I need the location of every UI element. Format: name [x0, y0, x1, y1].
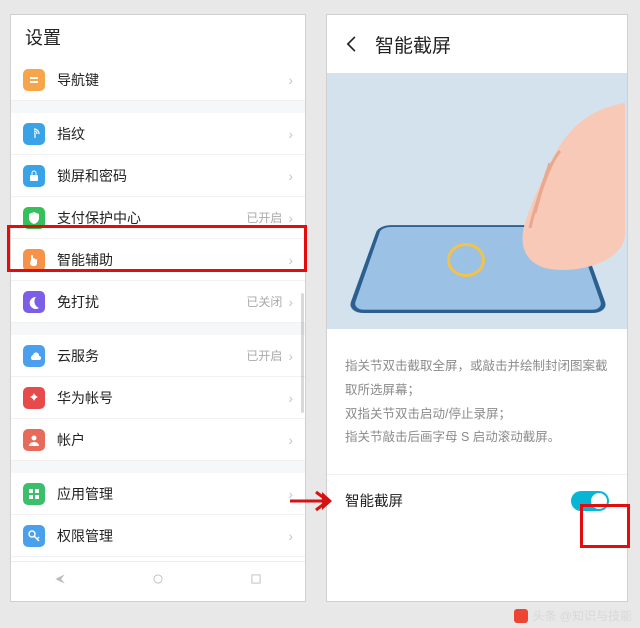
- row-label: 智能辅助: [57, 250, 288, 270]
- key-icon: [23, 525, 45, 547]
- settings-row-lock[interactable]: 锁屏和密码›: [11, 155, 305, 197]
- toutiao-logo-icon: [514, 609, 528, 623]
- row-label: 云服务: [57, 346, 246, 366]
- smart-screenshot-switch[interactable]: [571, 491, 609, 511]
- desc-line-2: 双指关节双击启动/停止录屏；: [345, 403, 609, 427]
- connector-arrow-icon: [288, 488, 334, 514]
- chevron-right-icon: ›: [288, 348, 293, 364]
- huawei-icon: [23, 387, 45, 409]
- settings-row-shield[interactable]: 支付保护中心已开启 ›: [11, 197, 305, 239]
- settings-list: 导航键›指纹›锁屏和密码›支付保护中心已开启›智能辅助›免打扰已关闭›云服务已开…: [11, 59, 305, 557]
- nav-back-icon[interactable]: [53, 572, 67, 591]
- chevron-right-icon: ›: [288, 252, 293, 268]
- android-navbar: [11, 561, 305, 601]
- apps-icon: [23, 483, 45, 505]
- row-label: 导航键: [57, 70, 288, 90]
- settings-row-cloud[interactable]: 云服务已开启 ›: [11, 335, 305, 377]
- row-label: 华为帐号: [57, 388, 288, 408]
- settings-row-moon[interactable]: 免打扰已关闭 ›: [11, 281, 305, 323]
- toggle-row: 智能截屏: [327, 474, 627, 526]
- section-divider: [11, 461, 305, 473]
- desc-line-1: 指关节双击截取全屏，或敲击并绘制封闭图案截取所选屏幕；: [345, 355, 609, 403]
- row-label: 权限管理: [57, 526, 288, 546]
- row-label: 帐户: [57, 430, 288, 450]
- chevron-right-icon: ›: [288, 168, 293, 184]
- page-title: 设置: [11, 15, 305, 59]
- desc-line-3: 指关节敲击后画字母 S 启动滚动截屏。: [345, 426, 609, 450]
- smart-screenshot-screen: 智能截屏 指关节双击截取全屏，或敲击并绘制封闭图案截取所选屏幕； 双指关节双击启…: [326, 14, 628, 602]
- settings-row-nav[interactable]: 导航键›: [11, 59, 305, 101]
- illustration: [327, 73, 627, 329]
- description-block: 指关节双击截取全屏，或敲击并绘制封闭图案截取所选屏幕； 双指关节双击启动/停止录…: [327, 329, 627, 462]
- hand-icon: [23, 249, 45, 271]
- account-icon: [23, 429, 45, 451]
- row-label: 指纹: [57, 124, 288, 144]
- chevron-right-icon: ›: [288, 210, 293, 226]
- detail-header: 智能截屏: [327, 15, 627, 73]
- nav-icon: [23, 69, 45, 91]
- settings-row-apps[interactable]: 应用管理›: [11, 473, 305, 515]
- row-label: 免打扰: [57, 292, 246, 312]
- chevron-right-icon: ›: [288, 432, 293, 448]
- chevron-right-icon: ›: [288, 528, 293, 544]
- section-divider: [11, 101, 305, 113]
- row-status: 已关闭: [246, 293, 282, 310]
- chevron-right-icon: ›: [288, 294, 293, 310]
- row-status: 已开启: [246, 209, 282, 226]
- detail-title: 智能截屏: [375, 31, 451, 58]
- lock-icon: [23, 165, 45, 187]
- shield-icon: [23, 207, 45, 229]
- moon-icon: [23, 291, 45, 313]
- chevron-right-icon: ›: [288, 72, 293, 88]
- settings-row-account[interactable]: 帐户›: [11, 419, 305, 461]
- back-icon[interactable]: [341, 33, 363, 55]
- row-label: 应用管理: [57, 484, 288, 504]
- section-divider: [11, 323, 305, 335]
- nav-recent-icon[interactable]: [249, 572, 263, 591]
- attribution-text: 头条 @知识与技能: [532, 607, 632, 624]
- settings-row-key[interactable]: 权限管理›: [11, 515, 305, 557]
- row-status: 已开启: [246, 347, 282, 364]
- settings-row-fingerprint[interactable]: 指纹›: [11, 113, 305, 155]
- nav-home-icon[interactable]: [151, 572, 165, 591]
- row-label: 锁屏和密码: [57, 166, 288, 186]
- chevron-right-icon: ›: [288, 390, 293, 406]
- settings-row-hand[interactable]: 智能辅助›: [11, 239, 305, 281]
- settings-row-huawei[interactable]: 华为帐号›: [11, 377, 305, 419]
- illus-hand-icon: [475, 103, 625, 273]
- fingerprint-icon: [23, 123, 45, 145]
- attribution: 头条 @知识与技能: [514, 607, 632, 624]
- chevron-right-icon: ›: [288, 126, 293, 142]
- title-text: 设置: [25, 24, 61, 50]
- toggle-label: 智能截屏: [345, 490, 403, 511]
- settings-screen: 设置 导航键›指纹›锁屏和密码›支付保护中心已开启›智能辅助›免打扰已关闭›云服…: [10, 14, 306, 602]
- cloud-icon: [23, 345, 45, 367]
- scrollbar[interactable]: [301, 293, 304, 413]
- row-label: 支付保护中心: [57, 208, 246, 228]
